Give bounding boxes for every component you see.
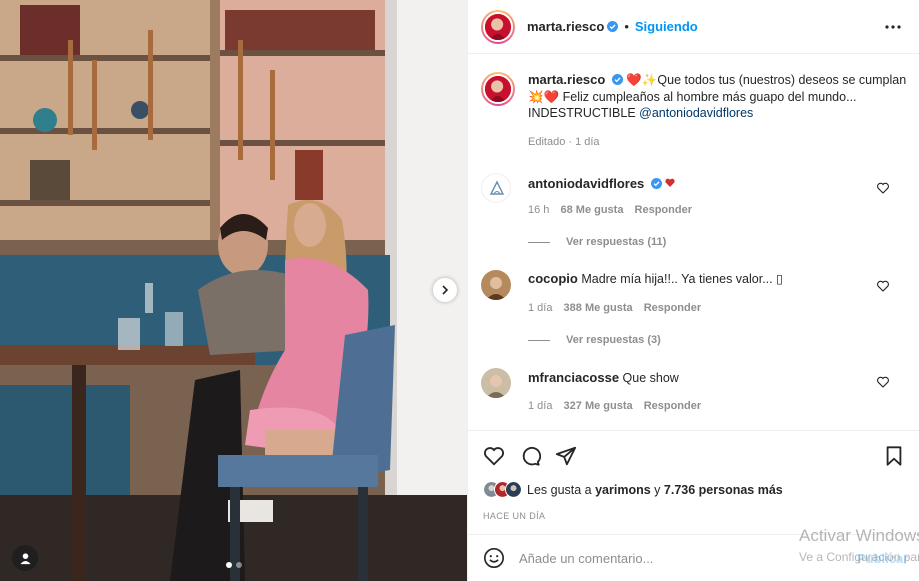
caption-text-line2: 💥❤️ Feliz cumpleaños al hombre más guapo… [528, 89, 857, 104]
comment-likes-count[interactable]: 388 Me gusta [564, 302, 633, 314]
like-comment-icon[interactable] [877, 182, 889, 194]
emoji-icon[interactable] [483, 547, 505, 569]
reply-button[interactable]: Responder [644, 302, 701, 314]
view-replies-label: Ver respuestas (11) [566, 236, 667, 248]
user-icon [19, 552, 31, 564]
view-replies-button[interactable]: Ver respuestas (11) [528, 236, 666, 248]
comment-likes-count[interactable]: 327 Me gusta [564, 400, 633, 412]
view-replies-button[interactable]: Ver respuestas (3) [528, 334, 661, 346]
comment-time: 1 día [528, 400, 553, 412]
post-header: marta.riesco • Siguiendo [468, 0, 919, 54]
carousel-indicators [226, 562, 242, 568]
caption-mention-link[interactable]: @antoniodavidflores [639, 106, 753, 120]
next-slide-button[interactable] [433, 278, 457, 302]
commenter-username[interactable]: cocopio [528, 271, 578, 286]
like-heart-icon[interactable] [483, 445, 505, 467]
comment-input[interactable] [519, 550, 769, 566]
divider [528, 339, 550, 341]
caption-meta: Editado · 1 día [528, 135, 600, 148]
comment-text: Que show [622, 371, 679, 385]
save-bookmark-icon[interactable] [883, 445, 905, 467]
following-button[interactable]: Siguiendo [635, 19, 698, 34]
post-actions: Les gusta a yarimons y 7.736 personas má… [468, 430, 919, 534]
more-options-icon[interactable] [884, 18, 902, 36]
heart-emoji-icon [665, 178, 675, 187]
likes-prefix: Les gusta a [527, 482, 596, 497]
author-username[interactable]: marta.riesco [527, 19, 604, 34]
like-comment-icon[interactable] [877, 376, 889, 388]
add-comment-bar [468, 534, 919, 581]
likes-connector: y [650, 482, 664, 497]
publish-button[interactable]: Publicar [857, 551, 908, 566]
chevron-right-icon [442, 285, 449, 295]
commenter-username[interactable]: antoniodavidflores [528, 176, 644, 191]
commenter-avatar[interactable] [481, 368, 511, 398]
comments-scroll-area[interactable]: marta.riesco ❤️✨Que todos tus (nuestros)… [468, 54, 919, 430]
verified-badge-icon [607, 21, 619, 32]
verified-badge-icon [611, 74, 623, 85]
liker-avatars [483, 481, 522, 498]
tagged-users-button[interactable] [12, 545, 38, 571]
post-timestamp[interactable]: HACE UN DÍA [483, 511, 545, 521]
comment-time: 1 día [528, 302, 553, 314]
reply-button[interactable]: Responder [635, 204, 692, 216]
post-photo[interactable] [0, 0, 467, 581]
likes-others-count[interactable]: 7.736 personas más [664, 483, 783, 497]
view-replies-label: Ver respuestas (3) [566, 334, 661, 346]
commenter-username[interactable]: mfranciacosse [528, 370, 619, 385]
caption-username[interactable]: marta.riesco [528, 72, 605, 87]
carousel-dot [236, 562, 242, 568]
post-image [0, 0, 467, 581]
comment-text: Madre mía hija!!.. Ya tienes valor... ▯ [581, 272, 783, 286]
liker-avatar [505, 481, 522, 498]
carousel-dot [226, 562, 232, 568]
avatar[interactable] [481, 9, 515, 44]
reply-button[interactable]: Responder [644, 400, 701, 412]
share-send-icon[interactable] [555, 445, 577, 467]
like-comment-icon[interactable] [877, 280, 889, 292]
separator-dot: • [624, 19, 629, 34]
comment-meta: 1 día 388 Me gusta Responder [528, 302, 709, 314]
post-details-panel: marta.riesco • Siguiendo marta.riesco ❤️… [467, 0, 919, 581]
verified-badge-icon [650, 178, 662, 189]
comment-time: 16 h [528, 204, 550, 216]
comment-meta: 16 h 68 Me gusta Responder [528, 204, 700, 216]
caption-text-line3: INDESTRUCTIBLE [528, 106, 640, 120]
commenter-avatar[interactable] [481, 270, 511, 300]
likes-summary[interactable]: Les gusta a yarimons y 7.736 personas má… [483, 481, 783, 498]
divider [528, 241, 550, 243]
likes-text: Les gusta a yarimons y 7.736 personas má… [527, 483, 783, 497]
liker-username[interactable]: yarimons [595, 483, 651, 497]
comment-meta: 1 día 327 Me gusta Responder [528, 400, 709, 412]
caption-text-line1: ❤️✨Que todos tus (nuestros) deseos se cu… [626, 73, 907, 87]
comment-likes-count[interactable]: 68 Me gusta [560, 204, 623, 216]
commenter-avatar[interactable] [481, 173, 511, 203]
caption-avatar[interactable] [481, 72, 515, 106]
comment-bubble-icon[interactable] [519, 445, 541, 467]
